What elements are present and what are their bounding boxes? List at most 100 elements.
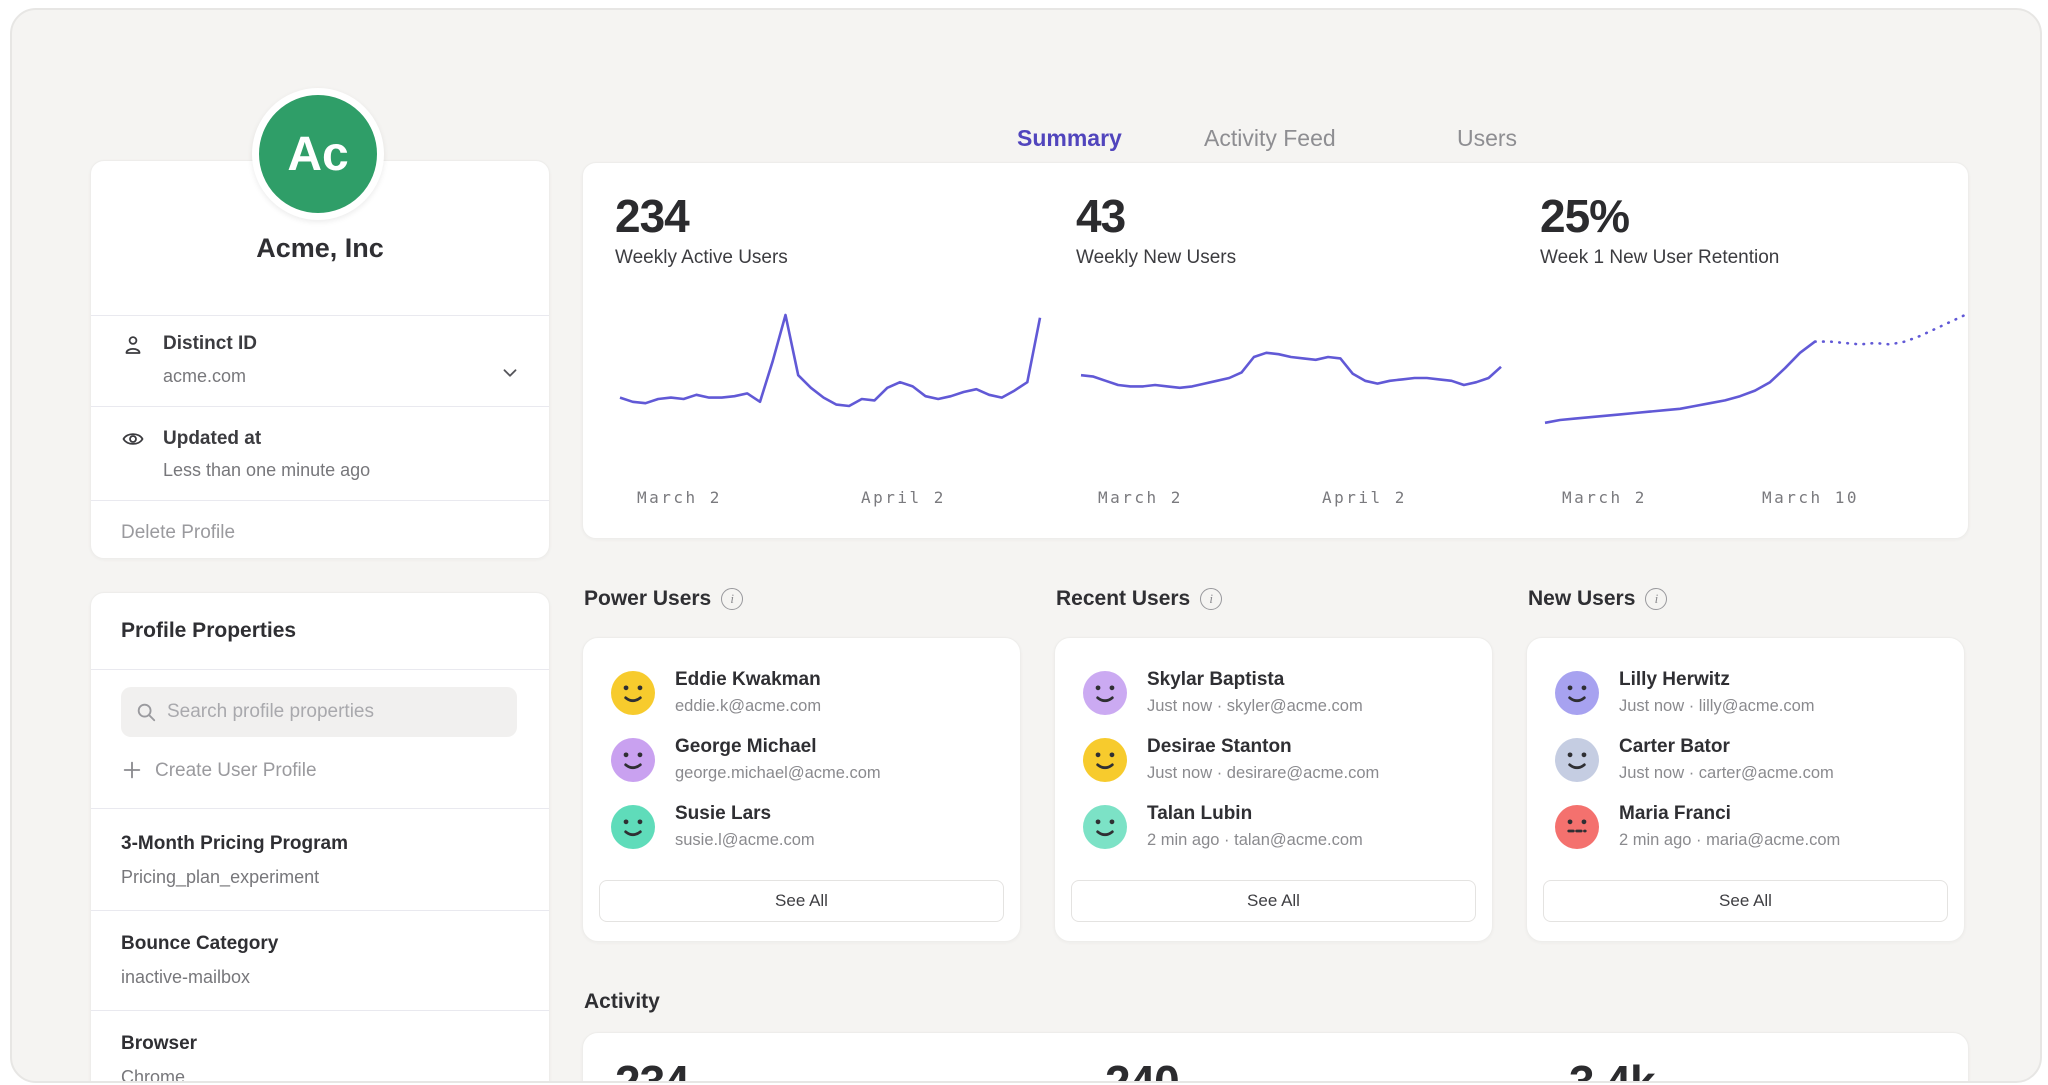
eye-icon <box>121 427 145 451</box>
user-name: Maria Franci <box>1619 803 1731 825</box>
stat-label: Week 1 New User Retention <box>1540 247 1779 269</box>
tab-label: Activity Feed <box>1204 125 1336 151</box>
stat-column-weekly-active-users: 234 Weekly Active Users March 2 April 2 <box>615 163 1045 538</box>
chevron-down-icon[interactable] <box>499 362 521 384</box>
property-name: 3-Month Pricing Program <box>121 833 348 855</box>
plus-icon <box>121 759 143 781</box>
x-axis-start-label: March 2 <box>1098 488 1183 507</box>
user-meta: 2 min ago · maria@acme.com <box>1619 831 1840 850</box>
company-avatar-initials: Ac <box>287 127 348 182</box>
face-icon <box>1555 738 1599 782</box>
user-row[interactable]: Skylar Baptista Just now · skyler@acme.c… <box>1083 669 1472 725</box>
user-row[interactable]: George Michael george.michael@acme.com <box>611 736 1000 792</box>
stat-column-weekly-new-users: 43 Weekly New Users March 2 April 2 <box>1076 163 1506 538</box>
user-name: Talan Lubin <box>1147 803 1252 825</box>
face-icon <box>611 738 655 782</box>
property-name: Browser <box>121 1033 197 1055</box>
column-title: Recent Users <box>1056 587 1190 611</box>
tab-summary[interactable]: Summary <box>1017 125 1122 152</box>
x-axis-end-label: April 2 <box>1322 488 1407 507</box>
stat-column-retention: 25% Week 1 New User Retention March 2 Ma… <box>1540 163 1970 538</box>
user-name: Lilly Herwitz <box>1619 669 1730 691</box>
property-value: Chrome <box>121 1067 185 1083</box>
create-user-profile-label: Create User Profile <box>155 760 317 782</box>
user-row[interactable]: Lilly Herwitz Just now · lilly@acme.com <box>1555 669 1944 725</box>
weekly-active-users-chart <box>615 303 1045 458</box>
weekly-new-users-chart <box>1076 303 1506 458</box>
see-all-button[interactable]: See All <box>1071 880 1476 922</box>
face-icon <box>1083 805 1127 849</box>
user-row[interactable]: Desirae Stanton Just now · desirare@acme… <box>1083 736 1472 792</box>
see-all-button[interactable]: See All <box>1543 880 1948 922</box>
user-meta: Just now · desirare@acme.com <box>1147 764 1379 783</box>
power-users-card: Eddie Kwakman eddie.k@acme.com George Mi… <box>582 637 1021 942</box>
column-title: New Users <box>1528 587 1635 611</box>
user-name: Skylar Baptista <box>1147 669 1284 691</box>
user-avatar <box>611 671 655 715</box>
divider <box>91 669 549 670</box>
user-row[interactable]: Maria Franci 2 min ago · maria@acme.com <box>1555 803 1944 859</box>
face-icon <box>611 671 655 715</box>
divider <box>91 315 549 316</box>
user-email: george.michael@acme.com <box>675 764 881 783</box>
face-icon <box>1083 671 1127 715</box>
company-avatar: Ac <box>252 88 384 220</box>
divider <box>91 808 549 809</box>
user-row[interactable]: Talan Lubin 2 min ago · talan@acme.com <box>1083 803 1472 859</box>
tab-users[interactable]: Users <box>1457 125 1517 152</box>
user-email: susie.l@acme.com <box>675 831 815 850</box>
x-axis-start-label: March 2 <box>637 488 722 507</box>
delete-profile-button[interactable]: Delete Profile <box>121 522 235 544</box>
face-icon <box>1555 671 1599 715</box>
user-meta: Just now · skyler@acme.com <box>1147 697 1363 716</box>
divider <box>91 500 549 501</box>
info-icon[interactable]: i <box>1645 588 1667 610</box>
see-all-button[interactable]: See All <box>599 880 1004 922</box>
activity-stat-value: 3.4k <box>1569 1055 1655 1083</box>
activity-stat-value: 240 <box>1105 1055 1179 1083</box>
new-users-header: New Users i <box>1528 587 1667 611</box>
face-icon <box>611 805 655 849</box>
user-name: Carter Bator <box>1619 736 1730 758</box>
tab-label: Users <box>1457 125 1517 151</box>
user-avatar <box>611 738 655 782</box>
user-name: George Michael <box>675 736 817 758</box>
profile-properties-title: Profile Properties <box>121 619 296 643</box>
user-meta: Just now · lilly@acme.com <box>1619 697 1815 716</box>
x-axis-start-label: March 2 <box>1562 488 1647 507</box>
tab-activity-feed[interactable]: Activity Feed <box>1204 125 1336 152</box>
info-icon[interactable]: i <box>721 588 743 610</box>
user-row[interactable]: Eddie Kwakman eddie.k@acme.com <box>611 669 1000 725</box>
stat-value: 25% <box>1540 189 1629 243</box>
search-input[interactable] <box>121 687 517 737</box>
tab-label: Summary <box>1017 125 1122 151</box>
stat-label: Weekly New Users <box>1076 247 1236 269</box>
stat-value: 43 <box>1076 189 1125 243</box>
activity-card: 234 240 3.4k <box>582 1032 1969 1083</box>
user-row[interactable]: Carter Bator Just now · carter@acme.com <box>1555 736 1944 792</box>
user-avatar <box>1555 738 1599 782</box>
summary-stats-card: 234 Weekly Active Users March 2 April 2 … <box>582 162 1969 539</box>
user-avatar <box>611 805 655 849</box>
field-label: Updated at <box>163 428 261 450</box>
user-meta: 2 min ago · talan@acme.com <box>1147 831 1363 850</box>
user-avatar <box>1083 671 1127 715</box>
user-row[interactable]: Susie Lars susie.l@acme.com <box>611 803 1000 859</box>
user-email: eddie.k@acme.com <box>675 697 821 716</box>
company-name: Acme, Inc <box>91 233 549 264</box>
property-name: Bounce Category <box>121 933 278 955</box>
info-icon[interactable]: i <box>1200 588 1222 610</box>
x-axis-end-label: March 10 <box>1762 488 1859 507</box>
recent-users-card: Skylar Baptista Just now · skyler@acme.c… <box>1054 637 1493 942</box>
stat-label: Weekly Active Users <box>615 247 788 269</box>
recent-users-header: Recent Users i <box>1056 587 1222 611</box>
user-meta: Just now · carter@acme.com <box>1619 764 1834 783</box>
activity-title: Activity <box>584 990 660 1014</box>
power-users-header: Power Users i <box>584 587 743 611</box>
property-value: Pricing_plan_experiment <box>121 867 319 888</box>
user-name: Desirae Stanton <box>1147 736 1292 758</box>
field-value: Less than one minute ago <box>163 460 370 481</box>
user-name: Eddie Kwakman <box>675 669 821 691</box>
face-icon <box>1083 738 1127 782</box>
property-value: inactive-mailbox <box>121 967 250 988</box>
